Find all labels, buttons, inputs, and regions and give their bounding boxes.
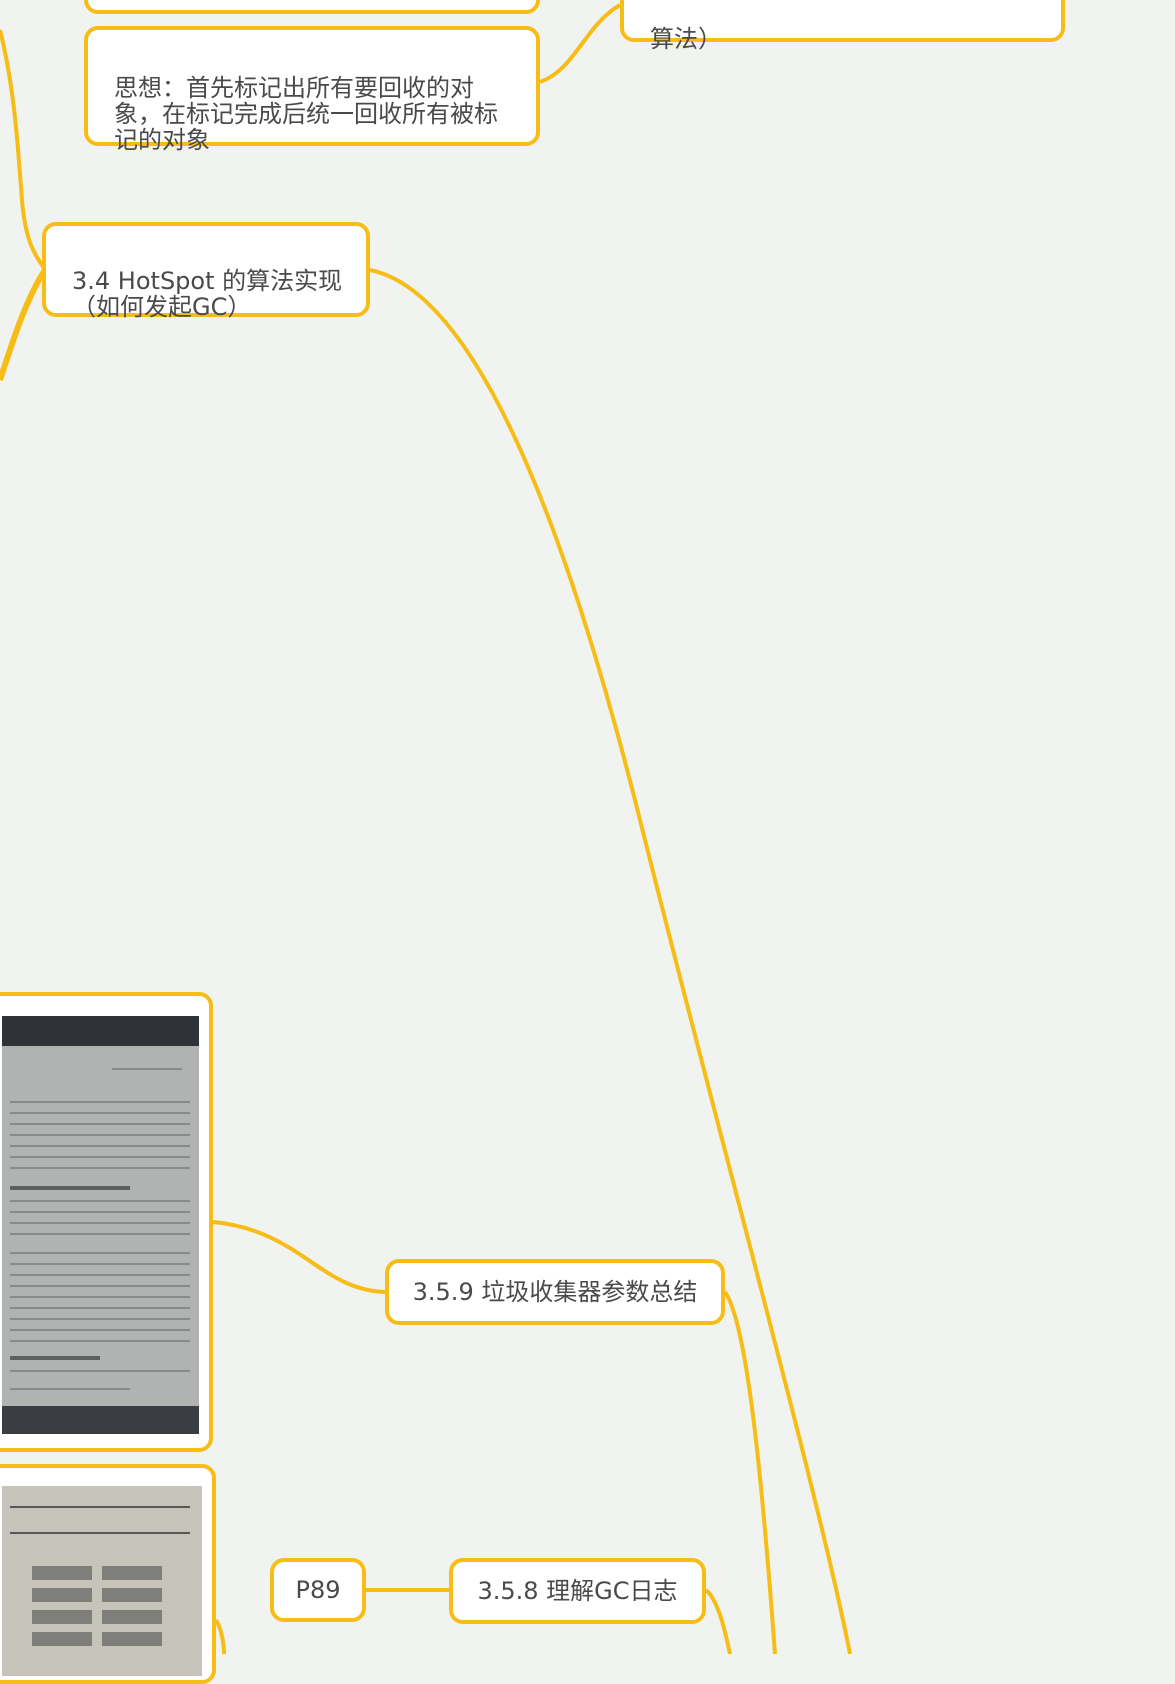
photo-text-line: [10, 1123, 190, 1125]
g1-region-photo: [2, 1486, 202, 1676]
node-mark-sweep-idea-label: 思想：首先标记出所有要回收的对 象，在标记完成后统一回收所有被标 记的对象: [114, 74, 498, 154]
photo-text-line: [10, 1145, 190, 1147]
node-mark-sweep-tail[interactable]: 算法）: [620, 0, 1065, 52]
node-mark-sweep-idea[interactable]: 思想：首先标记出所有要回收的对 象，在标记完成后统一回收所有被标 记的对象: [84, 26, 540, 153]
photo-text-line: [10, 1263, 190, 1265]
photo-text-line: [10, 1296, 190, 1298]
photo-diagram-block: [102, 1632, 162, 1646]
node-page-ref[interactable]: P89: [270, 1558, 366, 1622]
node-hotspot-implementation-label: 3.4 HotSpot 的算法实现 （如何发起GC）: [72, 267, 343, 321]
branch-photo-bottom: [214, 1618, 226, 1654]
params-table-photo: [2, 1016, 199, 1434]
photo-text-line: [10, 1274, 190, 1276]
photo-text-line: [10, 1252, 190, 1254]
node-gc-log-label: 3.5.8 理解GC日志: [477, 1577, 678, 1605]
branch-idea-to-top: [539, 3, 622, 84]
photo-text-line: [10, 1112, 190, 1114]
photo-dark-bottom-edge: [2, 1406, 199, 1434]
photo-text-line: [10, 1340, 190, 1342]
branch-gclog-down: [704, 1588, 732, 1654]
photo-text-line: [10, 1211, 190, 1213]
photo-diagram-block: [32, 1566, 92, 1580]
branch-hotspot-down: [369, 268, 852, 1654]
photo-diagram-block: [102, 1588, 162, 1602]
node-gc-params-summary[interactable]: 3.5.9 垃圾收集器参数总结: [385, 1259, 725, 1325]
node-gc-log[interactable]: 3.5.8 理解GC日志: [449, 1558, 706, 1624]
photo-heading-line: [10, 1186, 130, 1190]
photo-text-line: [10, 1167, 190, 1169]
photo-diagram-block: [102, 1610, 162, 1624]
photo-heading-line: [10, 1356, 100, 1360]
photo-text-line: [10, 1506, 190, 1508]
image-node-g1-region[interactable]: [0, 1464, 216, 1684]
image-node-params-table[interactable]: [0, 992, 213, 1452]
node-mark-sweep-tail-label: 算法）: [650, 25, 722, 53]
photo-text-line: [10, 1101, 190, 1103]
photo-text-line: [10, 1222, 190, 1224]
photo-diagram-block: [102, 1566, 162, 1580]
node-gc-params-summary-label: 3.5.9 垃圾收集器参数总结: [412, 1278, 698, 1306]
photo-diagram-block: [32, 1632, 92, 1646]
photo-text-line: [10, 1285, 190, 1287]
branch-params-to-photo: [212, 1220, 386, 1294]
photo-page-area: [2, 1046, 199, 1406]
photo-text-line: [10, 1370, 190, 1372]
node-page-ref-label: P89: [295, 1576, 341, 1604]
photo-dark-top-edge: [2, 1016, 199, 1046]
photo-text-line: [112, 1068, 182, 1070]
branch-left-upper: [0, 29, 47, 271]
photo-diagram-block: [32, 1610, 92, 1624]
photo-text-line: [10, 1318, 190, 1320]
branch-left-lower: [0, 268, 48, 381]
photo-diagram-block: [32, 1588, 92, 1602]
photo-text-line: [10, 1532, 190, 1534]
photo-text-line: [10, 1307, 190, 1309]
photo-text-line: [10, 1156, 190, 1158]
node-top-left-fragment[interactable]: [84, 0, 540, 14]
photo-text-line: [10, 1329, 190, 1331]
photo-text-line: [10, 1200, 190, 1202]
photo-text-line: [10, 1388, 130, 1390]
branch-params-down: [723, 1290, 777, 1654]
photo-text-line: [10, 1233, 190, 1235]
photo-text-line: [10, 1134, 190, 1136]
node-hotspot-implementation[interactable]: 3.4 HotSpot 的算法实现 （如何发起GC）: [42, 222, 370, 321]
